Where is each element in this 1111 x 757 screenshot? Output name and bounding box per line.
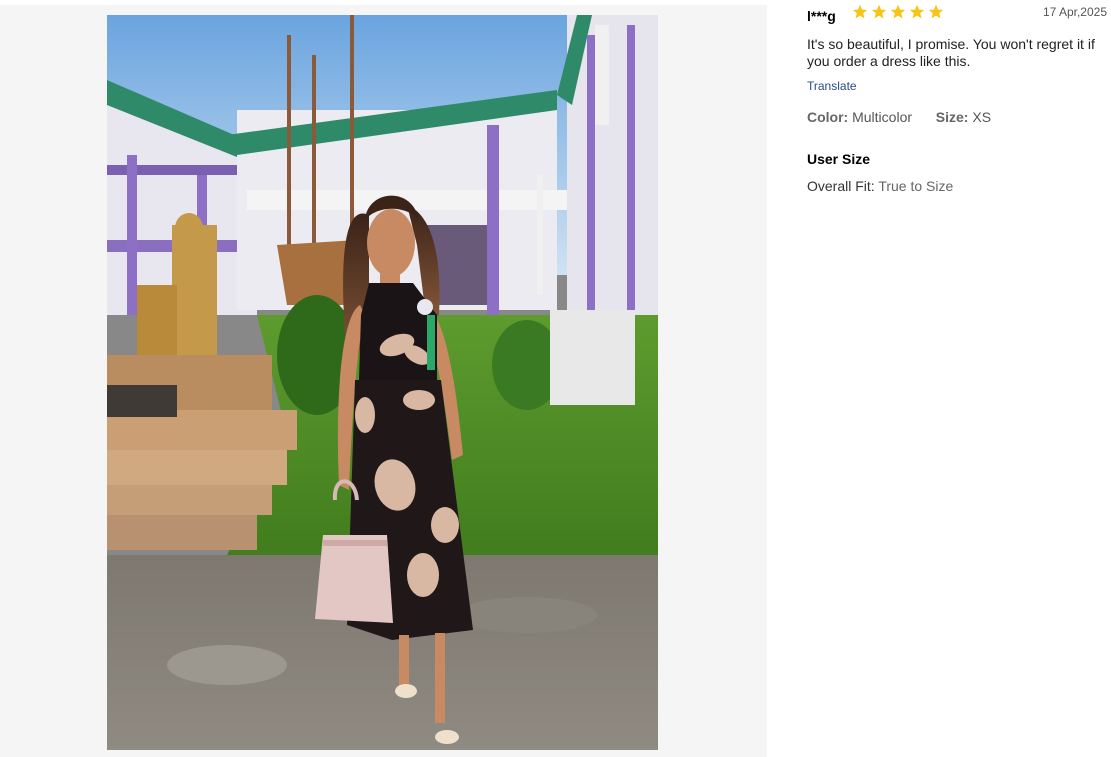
color-value: Multicolor — [852, 109, 913, 125]
review-header: l***g 17 Apr,2025 — [807, 0, 1107, 30]
star-icon — [909, 4, 925, 19]
user-size-heading: User Size — [807, 151, 871, 167]
review-card: l***g 17 Apr,2025 It's so beautiful, I p… — [807, 0, 1107, 194]
fit-value: True to Size — [878, 178, 954, 194]
fit-label: Overall Fit: — [807, 178, 875, 194]
star-rating — [852, 4, 944, 20]
review-page: l***g 17 Apr,2025 It's so beautiful, I p… — [0, 0, 1111, 757]
star-icon — [890, 4, 906, 19]
star-icon — [871, 4, 887, 19]
star-icon — [928, 4, 944, 19]
translate-link[interactable]: Translate — [807, 79, 857, 93]
review-image-panel — [0, 5, 767, 757]
overall-fit: Overall Fit: True to Size — [807, 178, 1107, 194]
review-text: It's so beautiful, I promise. You won't … — [807, 36, 1095, 69]
review-photo[interactable] — [107, 15, 658, 750]
reviewer-username: l***g — [807, 8, 836, 24]
purchase-attributes: Color: Multicolor Size: XS — [807, 109, 1107, 125]
size-value: XS — [972, 109, 992, 125]
customer-photo-illustration — [107, 15, 658, 750]
color-label: Color: — [807, 109, 849, 125]
size-label: Size: — [935, 109, 969, 125]
star-icon — [852, 4, 868, 19]
review-date: 17 Apr,2025 — [1042, 5, 1107, 19]
